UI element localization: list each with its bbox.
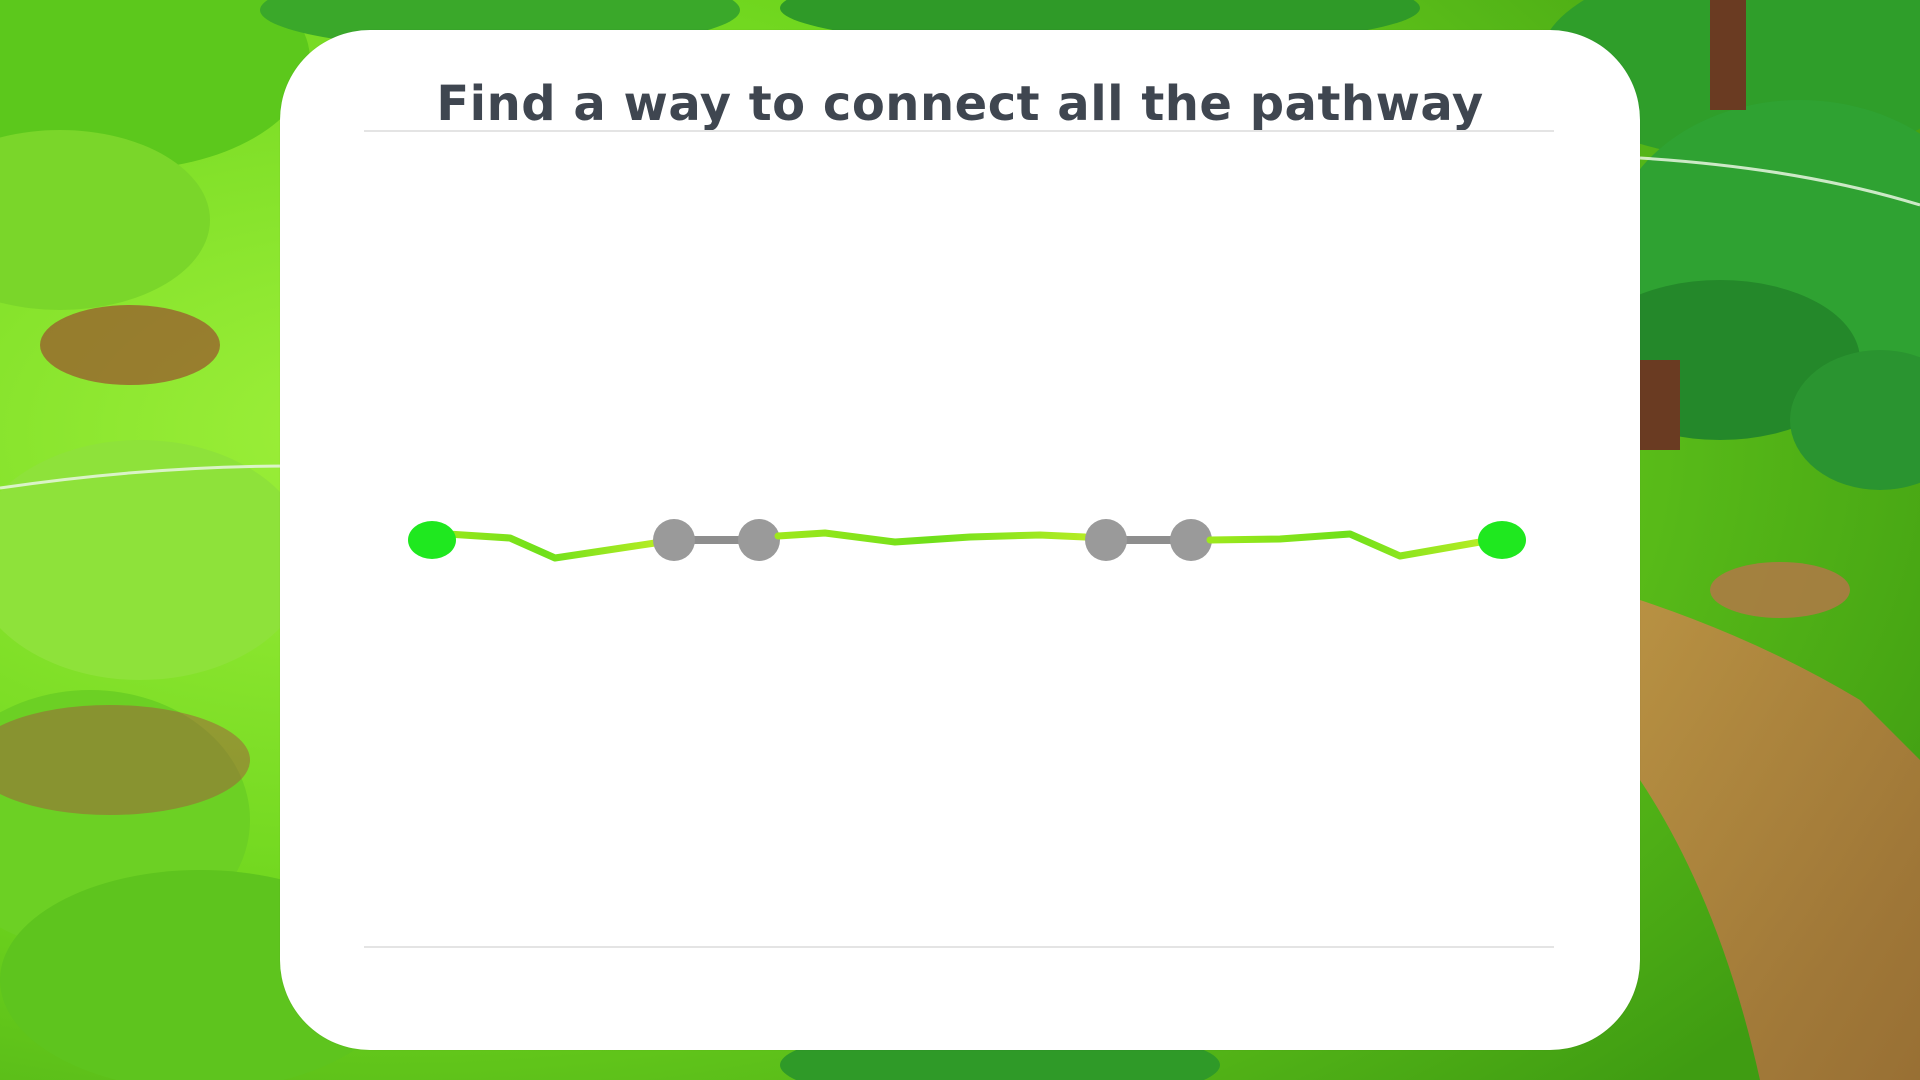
game-screen: Find a way to connect all the pathway xyxy=(0,0,1920,1080)
end-node[interactable] xyxy=(1478,521,1526,559)
pathway-puzzle-board xyxy=(408,519,1526,562)
connector-node[interactable] xyxy=(738,519,780,561)
connector-node[interactable] xyxy=(1085,519,1127,561)
start-node[interactable] xyxy=(408,521,456,559)
connector-node[interactable] xyxy=(653,519,695,561)
path-segment-3[interactable] xyxy=(1206,530,1484,560)
path-segment-2[interactable] xyxy=(774,529,1089,546)
path-segment-1[interactable] xyxy=(428,529,659,562)
connector-piece-1[interactable] xyxy=(653,519,780,561)
connector-node[interactable] xyxy=(1170,519,1212,561)
connector-piece-2[interactable] xyxy=(1085,519,1212,561)
puzzle-card: Find a way to connect all the pathway xyxy=(280,30,1640,1050)
bottom-divider xyxy=(364,946,1554,948)
